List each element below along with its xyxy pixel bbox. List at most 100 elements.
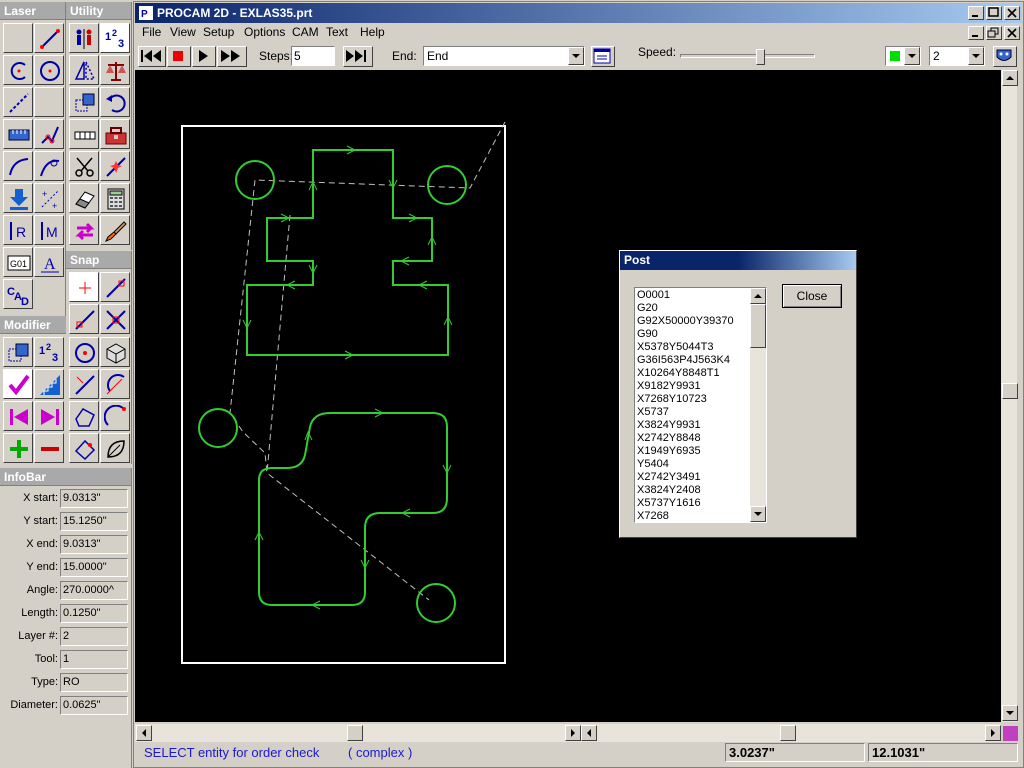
color-dropdown-button[interactable] [904,47,920,65]
snap-arc-button[interactable] [100,401,130,431]
remove-button[interactable] [34,433,64,463]
text-tool-button[interactable]: A [34,247,64,277]
trim-tool-button[interactable] [69,151,99,181]
irm-left-button[interactable]: R [3,215,33,245]
menu-setup[interactable]: Setup [203,25,234,39]
end-dropdown-button[interactable] [568,47,584,65]
list-scroll-up-button[interactable] [750,288,766,304]
nc-code-line[interactable]: X2742Y8848 [635,432,750,445]
ruler-tool-button[interactable] [3,119,33,149]
stop-button[interactable] [167,46,191,67]
calculator-tool-button[interactable] [100,183,130,213]
menu-cam[interactable]: CAM [292,25,319,39]
snap-perpendicular-button[interactable] [69,369,99,399]
point-tool-button[interactable] [3,23,33,53]
fast-forward-button[interactable] [217,46,247,67]
snap-mid-button[interactable] [69,304,99,334]
nc-code-line[interactable]: Y5404 [635,458,750,471]
nest-tool-button[interactable] [100,119,130,149]
arc-tool-button[interactable] [3,55,33,85]
close-window-button[interactable] [1004,6,1020,20]
scroll-left-button-right[interactable] [581,725,597,741]
dimension-tool-button[interactable] [3,87,33,117]
menu-file[interactable]: File [142,25,161,39]
nc-code-line[interactable]: X3824Y2408 [635,484,750,497]
speed-slider[interactable] [680,49,815,67]
cad-logo-button[interactable]: CAD [3,279,33,309]
horizontal-scrollbar[interactable] [135,724,1001,742]
snap-3d-button[interactable] [100,337,130,367]
mask-button[interactable] [993,46,1017,67]
nc-code-line[interactable]: G90 [635,328,750,341]
maximize-button[interactable] [986,6,1002,20]
settings-button[interactable] [591,46,615,67]
ramp-button[interactable] [34,369,64,399]
scroll-right-button-left[interactable] [565,725,581,741]
menu-options[interactable]: Options [244,25,285,39]
swap-direction-button[interactable] [69,215,99,245]
curve-tool-button[interactable] [34,151,64,181]
irm-right-button[interactable]: M [34,215,64,245]
mdi-close-button[interactable] [1004,26,1020,40]
mdi-minimize-button[interactable] [968,26,984,40]
sequence-tool-button[interactable]: 123 [100,23,130,53]
nc-code-line[interactable]: G92X50000Y39370 [635,315,750,328]
snap-end-button[interactable] [100,272,130,302]
array-tool-button[interactable] [69,119,99,149]
nc-code-line[interactable]: G36I563P4J563K4 [635,354,750,367]
horizontal-scroll-thumb-left[interactable] [347,725,363,741]
drawing-canvas[interactable] [135,70,1017,722]
nc-code-line[interactable]: X5378Y5044T3 [635,341,750,354]
list-scroll-down-button[interactable] [750,506,766,522]
check-order-button[interactable] [3,369,33,399]
nc-code-line[interactable]: X2742Y3491 [635,471,750,484]
menu-view[interactable]: View [170,25,196,39]
numbering-modifier-button[interactable]: 123 [34,337,64,367]
nc-code-line[interactable]: X7268Y10723 [635,393,750,406]
play-button[interactable] [192,46,216,67]
minimize-button[interactable] [968,6,984,20]
rewind-button[interactable] [138,46,166,67]
chain-tool-button[interactable] [34,119,64,149]
nc-code-line[interactable]: X9182Y9931 [635,380,750,393]
menu-help[interactable]: Help [360,25,385,39]
first-entity-button[interactable] [3,401,33,431]
nc-code-line[interactable]: X7268 [635,510,750,521]
scroll-left-button[interactable] [136,725,152,741]
nc-code-line[interactable]: X5737 [635,406,750,419]
line-tool-button[interactable] [34,23,64,53]
snap-point-button[interactable] [69,272,99,302]
menu-text[interactable]: Text [326,25,348,39]
mirror-tool-button[interactable] [69,55,99,85]
vertical-scroll-thumb[interactable] [1002,383,1018,399]
select-window-button[interactable] [3,337,33,367]
snap-leaf-button[interactable] [100,433,130,463]
fillet-tool-button[interactable] [3,151,33,181]
layer-dropdown-button[interactable] [968,47,984,65]
post-close-button[interactable]: Close [782,284,842,308]
snap-intersect-button[interactable] [100,304,130,334]
erase-tool-button[interactable] [69,183,99,213]
nc-code-line[interactable]: O0001 [635,289,750,302]
end-select[interactable]: End [423,46,585,66]
snap-nearest-button[interactable] [69,433,99,463]
import-tool-button[interactable] [3,183,33,213]
scroll-right-button[interactable] [985,725,1001,741]
list-scroll-thumb[interactable] [750,304,766,348]
window-titlebar[interactable]: P PROCAM 2D - EXLAS35.prt [135,3,1022,23]
rotate-tool-button[interactable] [100,87,130,117]
circle-tool-button[interactable] [34,55,64,85]
nc-code-line[interactable]: G20 [635,302,750,315]
scroll-down-button[interactable] [1002,705,1018,721]
scatter-tool-button[interactable]: + + [34,183,64,213]
skip-to-end-button[interactable] [343,46,373,67]
scroll-up-button[interactable] [1002,70,1018,86]
color-select[interactable] [885,46,921,66]
speed-slider-thumb[interactable] [756,49,765,65]
post-dialog-title[interactable]: Post [620,251,856,270]
nc-code-line[interactable]: X3824Y9931 [635,419,750,432]
horizontal-scroll-thumb-right[interactable] [780,725,796,741]
snap-center-button[interactable] [69,337,99,367]
nc-code-line[interactable]: X1949Y6935 [635,445,750,458]
steps-input[interactable]: 5 [291,46,335,66]
